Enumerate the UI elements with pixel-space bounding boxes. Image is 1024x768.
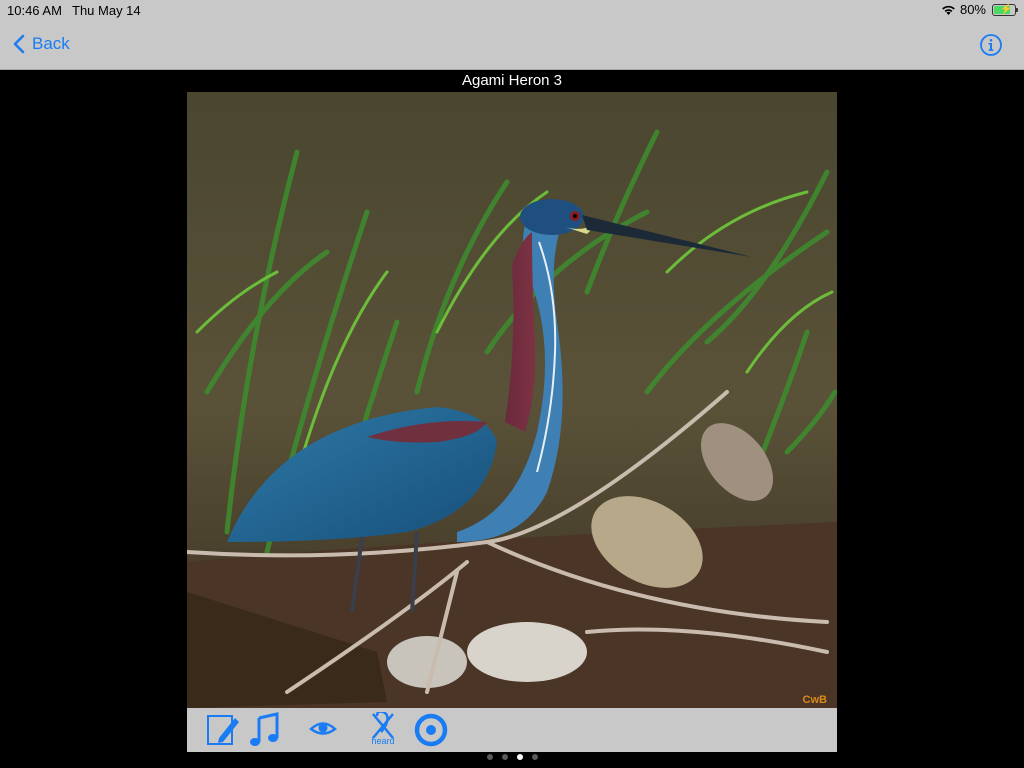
music-note-icon[interactable] bbox=[247, 712, 283, 748]
page-indicator[interactable] bbox=[0, 754, 1024, 760]
back-button[interactable]: Back bbox=[10, 32, 70, 56]
status-time: 10:46 AM bbox=[7, 3, 62, 18]
battery-percent: 80% bbox=[959, 2, 986, 17]
navigation-bar: Back bbox=[0, 20, 1024, 70]
status-indicators: 80% ⚡ bbox=[941, 2, 1018, 17]
status-bar: 10:46 AM Thu May 14 80% ⚡ bbox=[0, 0, 1024, 20]
page-dot[interactable] bbox=[501, 754, 508, 760]
watermark: CwB bbox=[802, 694, 827, 706]
info-icon[interactable] bbox=[979, 33, 1003, 57]
bird-photo[interactable]: CwB bbox=[187, 92, 837, 708]
not-heard-button[interactable]: heard bbox=[365, 710, 401, 748]
chevron-left-icon bbox=[13, 34, 25, 54]
wifi-icon bbox=[942, 5, 955, 15]
status-date: Thu May 14 bbox=[72, 3, 141, 18]
not-heard-label: heard bbox=[371, 736, 395, 746]
page-dot[interactable] bbox=[516, 754, 523, 760]
target-icon[interactable] bbox=[413, 712, 449, 748]
page-dot[interactable] bbox=[486, 754, 493, 760]
eye-icon[interactable] bbox=[305, 712, 341, 748]
battery-icon: ⚡ bbox=[992, 3, 1018, 16]
edit-note-icon[interactable] bbox=[205, 712, 241, 748]
image-title: Agami Heron 3 bbox=[461, 72, 563, 89]
back-label: Back bbox=[32, 34, 70, 53]
page-dot[interactable] bbox=[531, 754, 538, 760]
photo-toolbar: heard bbox=[187, 708, 837, 752]
